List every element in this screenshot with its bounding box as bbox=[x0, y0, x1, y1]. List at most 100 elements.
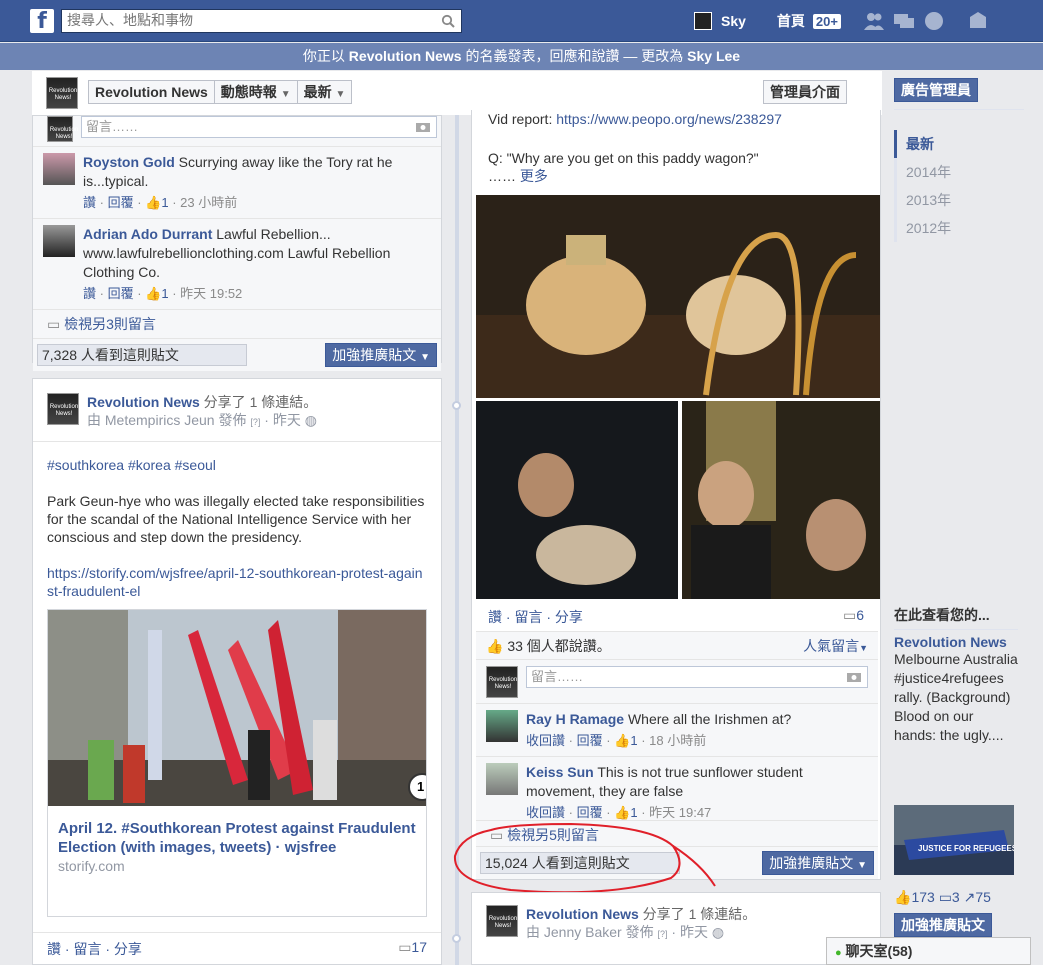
sort-button[interactable]: 最新 ▼ bbox=[297, 80, 353, 104]
comment-link[interactable]: 留言 bbox=[514, 609, 542, 625]
link-preview-text: April 12. #Southkorean Protest against F… bbox=[48, 809, 426, 886]
commenter-avatar[interactable] bbox=[43, 153, 75, 185]
page-profile-icon[interactable] bbox=[486, 905, 518, 937]
unlike-comment-link[interactable]: 收回讚 bbox=[526, 733, 565, 748]
help-icon[interactable]: [?] bbox=[250, 417, 260, 427]
page-name-button[interactable]: Revolution News bbox=[88, 80, 215, 104]
post-time[interactable]: 昨天 bbox=[680, 924, 708, 940]
notifications-globe-icon[interactable] bbox=[923, 11, 945, 31]
link-preview-image[interactable] bbox=[48, 610, 436, 806]
post-author-link[interactable]: Revolution News bbox=[87, 394, 200, 410]
comment-count[interactable]: ▭17 bbox=[398, 939, 427, 959]
admin-panel-button[interactable]: 管理員介面 bbox=[763, 80, 847, 104]
view-more-comments-link[interactable]: 檢視另5則留言 bbox=[507, 827, 599, 843]
user-avatar[interactable] bbox=[694, 12, 712, 30]
camera-icon[interactable] bbox=[416, 121, 430, 132]
post-url-link[interactable]: https://storify.com/wjsfree/april-12-sou… bbox=[47, 564, 427, 600]
chat-bar[interactable]: ● 聊天室(58) bbox=[826, 937, 1031, 965]
share-icon: ↗ bbox=[963, 889, 976, 905]
post-time[interactable]: 昨天 bbox=[273, 412, 301, 428]
globe-privacy-icon[interactable]: ◍ bbox=[305, 412, 317, 428]
settings-icon[interactable] bbox=[967, 11, 989, 31]
unlike-comment-link[interactable]: 收回讚 bbox=[526, 805, 565, 820]
see-more-link[interactable]: 更多 bbox=[520, 168, 548, 184]
share-link[interactable]: 分享 bbox=[114, 941, 142, 957]
comment-input[interactable]: 留言…… bbox=[526, 666, 868, 688]
commenter-name[interactable]: Keiss Sun bbox=[526, 764, 594, 780]
comment-time[interactable]: 昨天 19:52 bbox=[180, 286, 242, 301]
view-more-comments-link[interactable]: 檢視另3則留言 bbox=[64, 316, 156, 332]
comment-item: Keiss Sun This is not true sunflower stu… bbox=[476, 756, 878, 828]
reply-link[interactable]: 回覆 bbox=[108, 195, 134, 210]
share-link[interactable]: 分享 bbox=[555, 609, 583, 625]
comment-time[interactable]: 18 小時前 bbox=[649, 733, 706, 748]
commenter-name[interactable]: Adrian Ado Durrant bbox=[83, 226, 212, 242]
commenter-avatar[interactable] bbox=[43, 225, 75, 257]
globe-privacy-icon[interactable]: ◍ bbox=[712, 924, 724, 940]
year-2014[interactable]: 2014年 bbox=[906, 158, 1024, 186]
page-profile-icon[interactable] bbox=[46, 77, 78, 109]
link-preview[interactable]: 1 April 12. #Southkorean Protest against… bbox=[47, 609, 436, 917]
view-more-comments[interactable]: ▭ 檢視另5則留言 bbox=[476, 820, 878, 849]
commenter-avatar[interactable] bbox=[486, 763, 518, 795]
post-author-link[interactable]: Revolution News bbox=[526, 906, 639, 922]
link-title[interactable]: April 12. #Southkorean Protest against F… bbox=[58, 819, 416, 857]
year-2012[interactable]: 2012年 bbox=[906, 214, 1024, 242]
post-poster-name[interactable]: Metempirics Jeun bbox=[105, 412, 215, 428]
comment-like-count[interactable]: 1 bbox=[161, 286, 168, 301]
search-box[interactable] bbox=[61, 9, 462, 33]
comment-list: Ray H Ramage Where all the Irishmen at? … bbox=[476, 703, 878, 828]
likes-summary-text[interactable]: 👍 33 個人都說讚。 bbox=[486, 636, 611, 655]
comment-time[interactable]: 昨天 19:47 bbox=[649, 805, 711, 820]
popular-comments-label: 人氣留言 bbox=[803, 638, 860, 654]
comment-time[interactable]: 23 小時前 bbox=[180, 195, 237, 210]
friend-requests-icon[interactable] bbox=[863, 11, 885, 31]
like-link[interactable]: 讚 bbox=[47, 941, 61, 957]
comment-link[interactable]: 留言 bbox=[73, 941, 101, 957]
messages-icon[interactable] bbox=[893, 11, 915, 31]
boost-post-button[interactable]: 加強推廣貼文 ▼ bbox=[325, 343, 437, 367]
commenter-name[interactable]: Royston Gold bbox=[83, 154, 175, 170]
like-comment-link[interactable]: 讚 bbox=[83, 286, 96, 301]
promo-stats[interactable]: 👍173 ▭3 ↗75 bbox=[894, 889, 991, 906]
post-reach[interactable]: 7,328 人看到這則貼文 bbox=[37, 344, 247, 366]
ads-manager-button[interactable]: 廣告管理員 bbox=[894, 78, 978, 102]
like-link[interactable]: 讚 bbox=[488, 609, 502, 625]
timeline-filter-button[interactable]: 動態時報 ▼ bbox=[214, 80, 298, 104]
camera-icon[interactable] bbox=[847, 671, 861, 682]
reply-link[interactable]: 回覆 bbox=[108, 286, 134, 301]
help-icon[interactable]: [?] bbox=[658, 929, 668, 939]
comment-like-count[interactable]: 1 bbox=[630, 805, 637, 820]
comment-like-count[interactable]: 1 bbox=[161, 195, 168, 210]
share-count[interactable]: ▭6 bbox=[843, 607, 864, 627]
like-comment-link[interactable]: 讚 bbox=[83, 195, 96, 210]
page-profile-icon[interactable] bbox=[47, 393, 79, 425]
search-icon[interactable] bbox=[441, 14, 455, 28]
sidebar-boost-button[interactable]: 加強推廣貼文 bbox=[894, 913, 992, 937]
year-latest[interactable]: 最新 bbox=[894, 130, 1024, 158]
comment-input[interactable]: 留言…… bbox=[81, 116, 437, 138]
popular-comments-dropdown[interactable]: 人氣留言▼ bbox=[803, 636, 868, 655]
comment-item: Adrian Ado Durrant Lawful Rebellion... w… bbox=[33, 218, 441, 309]
switch-to-user-link[interactable]: Sky Lee bbox=[687, 48, 740, 64]
boost-post-button[interactable]: 加強推廣貼文 ▼ bbox=[762, 851, 874, 875]
promo-title[interactable]: Revolution News bbox=[894, 634, 1018, 650]
post-reach[interactable]: 15,024 人看到這則貼文 bbox=[480, 852, 680, 874]
user-name-link[interactable]: Sky bbox=[721, 13, 746, 29]
post-poster-name[interactable]: Jenny Baker bbox=[544, 924, 622, 940]
post-hashtags[interactable]: #southkorea #korea #seoul bbox=[47, 456, 427, 474]
commenter-name[interactable]: Ray H Ramage bbox=[526, 711, 624, 727]
commenter-avatar[interactable] bbox=[486, 710, 518, 742]
home-link[interactable]: 首頁 bbox=[777, 11, 805, 31]
facebook-logo[interactable]: f bbox=[30, 9, 54, 34]
reply-link[interactable]: 回覆 bbox=[577, 805, 603, 820]
reply-link[interactable]: 回覆 bbox=[577, 733, 603, 748]
comment-like-count[interactable]: 1 bbox=[630, 733, 637, 748]
post-photos[interactable] bbox=[476, 195, 880, 599]
vid-report-link[interactable]: https://www.peopo.org/news/238297 bbox=[556, 111, 782, 127]
year-2013[interactable]: 2013年 bbox=[906, 186, 1024, 214]
post-body: #southkorea #korea #seoul Park Geun-hye … bbox=[33, 442, 441, 600]
view-more-comments[interactable]: ▭ 檢視另3則留言 bbox=[33, 309, 441, 338]
search-input[interactable] bbox=[62, 10, 432, 32]
promo-image[interactable]: JUSTICE FOR REFUGEES bbox=[894, 805, 1014, 875]
